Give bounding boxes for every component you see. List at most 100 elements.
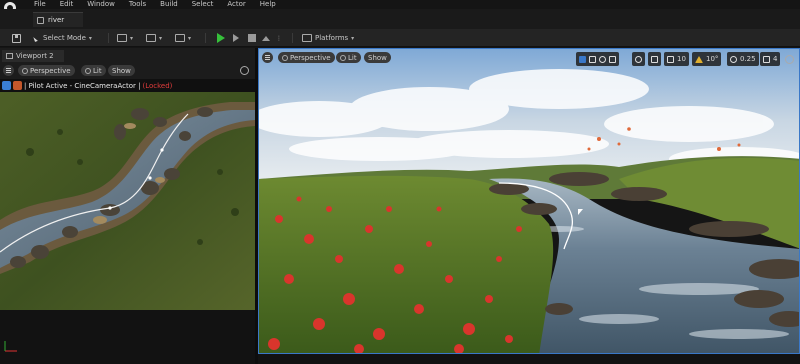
menu-window[interactable]: Window (87, 0, 115, 9)
viewport-2-toolbar: Perspective Lit Show (0, 62, 255, 79)
select-mode-dropdown[interactable]: Select Mode ▾ (33, 32, 92, 44)
transform-tools (576, 52, 619, 66)
perspective-label: Perspective (30, 66, 71, 75)
play-button[interactable] (217, 32, 225, 44)
clapperboard-icon (175, 34, 185, 42)
main-perspective-label: Perspective (290, 53, 331, 62)
world-local-toggle[interactable] (632, 52, 645, 66)
menu-line (265, 55, 270, 56)
pilot-bar: | Pilot Active - CineCameraActor | (Lock… (0, 79, 255, 92)
add-content-button[interactable]: ▾ (117, 32, 133, 44)
pilot-status: | Pilot Active - CineCameraActor | (24, 81, 141, 90)
main-viewport-scene[interactable] (258, 48, 800, 354)
select-mode-label: Select Mode (43, 34, 86, 42)
play-options-button[interactable]: ⋮ (276, 32, 282, 44)
chevron-down-icon: ▾ (88, 34, 92, 42)
menu-actor[interactable]: Actor (227, 0, 245, 9)
toolbar-divider (108, 33, 109, 43)
toolbar-divider (205, 33, 206, 43)
stop-icon (248, 34, 256, 42)
locked-badge: (Locked) (142, 81, 173, 90)
advance-frame-button[interactable] (233, 32, 239, 44)
select-arrow-icon[interactable] (579, 55, 586, 63)
viewport-2-scene[interactable] (0, 92, 255, 310)
camera-speed[interactable]: 4 (760, 52, 781, 66)
step-forward-icon (233, 34, 239, 42)
main-viewport-bottom (258, 354, 800, 364)
rotation-snap-value: 10° (706, 55, 719, 63)
platforms-icon (302, 34, 312, 42)
main-toolbar: Select Mode ▾ ▾ ▾ ▾ ⋮ Platforms ▾ (0, 29, 800, 47)
blueprint-icon (146, 34, 156, 42)
cinematics-button[interactable]: ▾ (175, 32, 191, 44)
viewport-icon (6, 53, 13, 59)
menu-build[interactable]: Build (160, 0, 178, 9)
scale-icon[interactable] (609, 55, 616, 63)
viewport-2-label: Viewport 2 (16, 52, 54, 60)
menu-bar: File Edit Window Tools Build Select Acto… (0, 0, 800, 14)
blueprints-button[interactable]: ▾ (146, 32, 162, 44)
platforms-label: Platforms (315, 34, 349, 42)
chevron-down-icon: ▾ (188, 34, 192, 42)
camera-icon (763, 55, 770, 63)
save-icon (12, 33, 21, 43)
select-mode-icon (33, 34, 41, 42)
lit-button[interactable]: Lit (81, 65, 106, 76)
perspective-button[interactable]: Perspective (18, 65, 75, 76)
scale-snap[interactable]: 0.25 (727, 52, 759, 66)
viewport-2-tab-row: Viewport 2 (0, 48, 255, 62)
grid-snap-value: 10 (677, 55, 686, 63)
camera-icon[interactable] (2, 81, 11, 90)
flower-field (259, 175, 554, 353)
menu-line (6, 68, 11, 69)
document-tab-row: river (0, 9, 800, 29)
axis-indicator-icon (4, 341, 17, 352)
layout-icon[interactable] (240, 66, 249, 75)
main-lit-button[interactable]: Lit (336, 52, 361, 63)
main-perspective-button[interactable]: Perspective (278, 52, 335, 63)
stop-button[interactable] (248, 32, 256, 44)
chevron-down-icon: ▾ (159, 34, 163, 42)
viewport-layout-icon[interactable] (785, 55, 794, 64)
show-button[interactable]: Show (108, 65, 135, 76)
chevron-down-icon: ▾ (351, 34, 355, 42)
eject-button[interactable] (262, 32, 270, 44)
menu-edit[interactable]: Edit (60, 0, 74, 9)
level-tab-label: river (48, 16, 65, 24)
toolbar-divider (292, 33, 293, 43)
main-show-button[interactable]: Show (364, 52, 391, 63)
scale-snap-icon (730, 55, 737, 63)
main-lit-label: Lit (348, 53, 357, 62)
chevron-down-icon: ▾ (130, 34, 134, 42)
play-icon (217, 33, 225, 43)
translate-icon[interactable] (589, 55, 596, 63)
scale-snap-value: 0.25 (740, 55, 756, 63)
lit-icon (85, 67, 91, 74)
rotate-icon[interactable] (599, 55, 606, 63)
menu-select[interactable]: Select (192, 0, 214, 9)
viewport-2-tab[interactable]: Viewport 2 (2, 50, 64, 62)
menu-line (6, 70, 11, 71)
show-label: Show (112, 66, 131, 75)
main-show-label: Show (368, 53, 387, 62)
save-button[interactable] (12, 32, 21, 44)
menu-file[interactable]: File (34, 0, 46, 9)
main-viewport-options-button[interactable] (262, 52, 273, 63)
menu-line (265, 57, 270, 58)
lit-label: Lit (93, 66, 102, 75)
perspective-icon (282, 54, 288, 61)
platforms-dropdown[interactable]: Platforms ▾ (302, 32, 354, 44)
menu-tools[interactable]: Tools (129, 0, 146, 9)
add-content-icon (117, 34, 127, 42)
more-options-icon: ⋮ (276, 34, 282, 42)
rotation-snap[interactable]: 10° (692, 52, 722, 66)
eject-pilot-icon[interactable] (13, 81, 22, 90)
level-tab[interactable]: river (33, 12, 83, 27)
viewport-options-button[interactable] (3, 65, 14, 76)
mouse-cursor-icon (578, 209, 583, 215)
angle-icon (695, 55, 703, 63)
lit-icon (340, 54, 346, 61)
menu-help[interactable]: Help (260, 0, 276, 9)
grid-snap[interactable]: 10 (664, 52, 689, 66)
surface-snap-toggle[interactable] (648, 52, 661, 66)
